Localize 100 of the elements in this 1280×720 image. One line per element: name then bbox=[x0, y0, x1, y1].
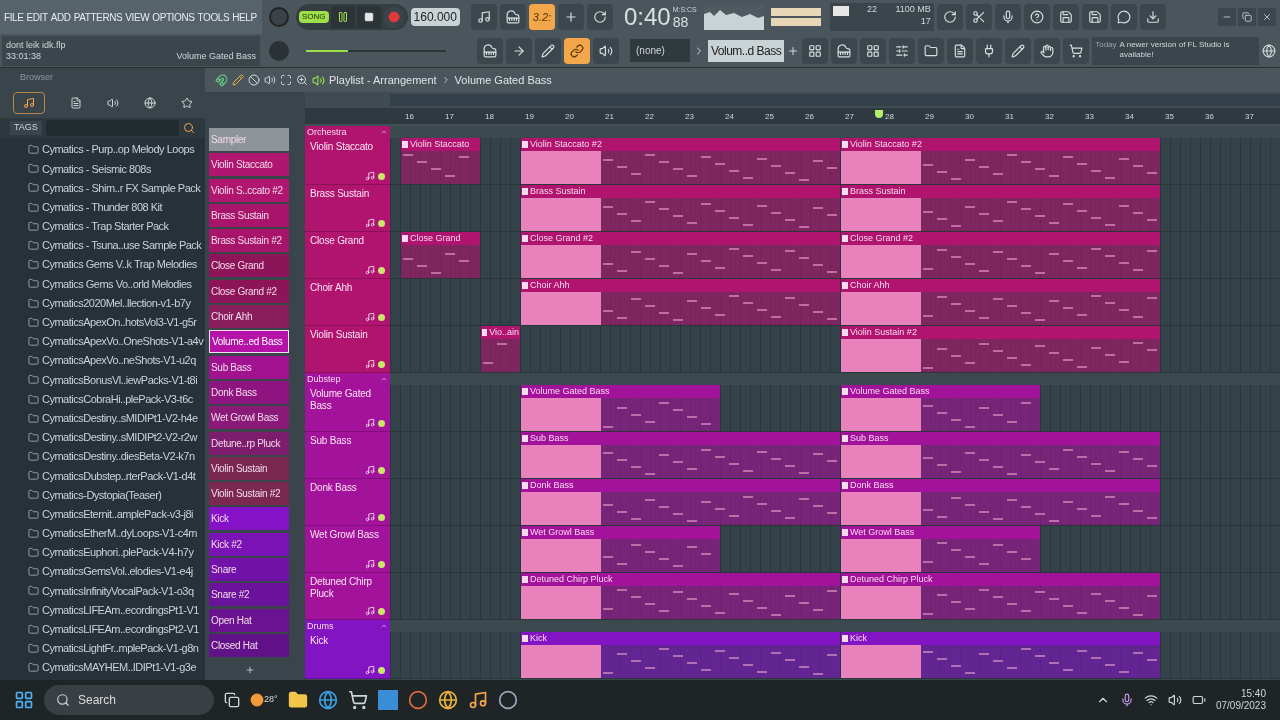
browser-folder[interactable]: CymaticsDubstep..rterPack-V1-d4t bbox=[28, 466, 205, 486]
channel-button[interactable]: Kick #2 bbox=[209, 532, 289, 556]
download-icon[interactable] bbox=[1139, 4, 1166, 30]
arrow-right-icon[interactable] bbox=[506, 37, 532, 64]
microphone-icon[interactable] bbox=[1119, 693, 1134, 707]
browser-icon[interactable] bbox=[918, 37, 945, 64]
channel-button[interactable]: Closed Hat bbox=[209, 633, 289, 657]
pattern-clip[interactable]: Wet Growl Bass bbox=[521, 526, 720, 572]
browser-icon[interactable] bbox=[317, 690, 338, 710]
menu-item[interactable]: PATTERNS bbox=[73, 9, 123, 25]
channel-button[interactable]: Detune..rp Pluck bbox=[209, 431, 289, 455]
pattern-clip[interactable]: Detuned Chirp Pluck bbox=[841, 573, 1160, 619]
channel-button[interactable]: Sub Bass bbox=[209, 355, 289, 379]
pattern-clip[interactable]: Volume Gated Bass bbox=[841, 385, 1040, 431]
browser-folder[interactable]: Cymatics - Trap Starter Pack bbox=[28, 216, 205, 236]
all-files-tab[interactable] bbox=[12, 92, 45, 114]
browser-folder[interactable]: CymaticsInfinityVocalPack-V1-o3q bbox=[28, 581, 205, 601]
pattern-clip[interactable]: Kick bbox=[521, 632, 840, 678]
pattern-clip[interactable]: Kick bbox=[841, 632, 1160, 678]
wifi-icon[interactable] bbox=[1143, 693, 1158, 707]
pattern-clip[interactable]: Vio..ain bbox=[481, 326, 520, 372]
pattern-clip[interactable]: Close Grand #2 bbox=[521, 232, 840, 278]
channel-button[interactable]: Brass Sustain #2 bbox=[209, 229, 289, 253]
pattern-clip[interactable]: Wet Growl Bass bbox=[841, 526, 1040, 572]
pattern-clip[interactable]: Violin Staccato #2 bbox=[841, 138, 1160, 184]
channel-button[interactable]: Wet Growl Bass bbox=[209, 406, 289, 430]
pattern-clip[interactable]: Sub Bass bbox=[521, 432, 840, 478]
browser-folder[interactable]: CymaticsEuphori..plePack-V4-h7y bbox=[28, 542, 205, 563]
hand-icon[interactable] bbox=[1034, 37, 1061, 64]
browser-folder[interactable]: CymaticsBonusVl..iewPacks-V1-t8i bbox=[28, 370, 205, 390]
master-pitch-slider[interactable] bbox=[306, 49, 446, 52]
browser-folder[interactable]: Cymatics - Seismic 808s bbox=[28, 159, 205, 179]
weather-icon[interactable] bbox=[250, 693, 264, 707]
track-header[interactable]: Sub Bass bbox=[305, 432, 390, 479]
browser-folder[interactable]: CymaticsDestiny..sMIDIPt2-V2-r2w bbox=[28, 427, 205, 447]
speaker-icon[interactable] bbox=[312, 73, 325, 87]
undo-icon[interactable] bbox=[936, 4, 963, 30]
pattern-clip[interactable]: Choir Ahh bbox=[521, 279, 840, 325]
store-icon[interactable] bbox=[347, 690, 368, 710]
microphone-icon[interactable] bbox=[994, 4, 1021, 30]
pattern-clip[interactable]: Close Grand #2 bbox=[841, 232, 1160, 278]
channel-button[interactable]: Kick bbox=[209, 507, 289, 531]
globe-icon[interactable] bbox=[143, 97, 156, 109]
browser-folder[interactable]: CymaticsLightFr..mplePack-V1-g8n bbox=[28, 638, 205, 659]
preset-selector[interactable]: (none) bbox=[630, 39, 690, 62]
track-header[interactable]: Donk Bass bbox=[305, 479, 390, 526]
menu-item[interactable]: VIEW bbox=[125, 9, 150, 25]
browser-folder[interactable]: CymaticsApexVo..neShots-V1-u2q bbox=[28, 351, 205, 371]
search-icon[interactable] bbox=[183, 122, 195, 134]
channel-button[interactable]: Open Hat bbox=[209, 608, 289, 632]
browser-folder[interactable]: CymaticsLIFEAm..ecordingsPt2-V1 bbox=[28, 619, 205, 639]
track-header[interactable]: Brass Sustain bbox=[305, 185, 390, 232]
channel-button[interactable]: Violin Sustain #2 bbox=[209, 482, 289, 506]
track-header[interactable]: Choir Ahh bbox=[305, 279, 390, 326]
select-icon[interactable] bbox=[280, 74, 292, 86]
pattern-selector[interactable]: Volum..d Bass bbox=[708, 39, 785, 62]
track-header[interactable]: Violin Sustain bbox=[305, 326, 390, 373]
browser-folder[interactable]: CymaticsApexVo..OneShots-V1-a4v bbox=[28, 331, 205, 352]
menu-item[interactable]: OPTIONS bbox=[152, 9, 195, 25]
task-view-icon[interactable] bbox=[224, 692, 240, 708]
clock[interactable]: 15:40 07/09/2023 bbox=[1215, 688, 1266, 712]
browser-folder[interactable]: Cymatics2020Mel..llection-v1-b7y bbox=[28, 293, 205, 313]
pattern-clip[interactable]: Volume Gated Bass bbox=[521, 385, 720, 431]
taskbar-search[interactable]: Search bbox=[44, 685, 214, 715]
app-icon[interactable] bbox=[407, 690, 428, 710]
pattern-clip[interactable]: Brass Sustain bbox=[841, 185, 1160, 231]
zoom-icon[interactable] bbox=[296, 74, 308, 86]
star-icon[interactable] bbox=[180, 97, 193, 109]
browser-folder[interactable]: CymaticsCobraHi..plePack-V3-t6c bbox=[28, 389, 205, 409]
pencil-icon[interactable] bbox=[232, 74, 244, 86]
close-button[interactable] bbox=[1258, 8, 1276, 26]
magnet-icon[interactable] bbox=[215, 73, 228, 87]
battery-icon[interactable] bbox=[1191, 693, 1206, 707]
folder-icon[interactable] bbox=[287, 690, 308, 710]
browser-folder[interactable]: Cymatics - Tsuna..use Sample Pack bbox=[28, 235, 205, 256]
song-mode-toggle[interactable]: SONG bbox=[299, 11, 329, 23]
plug-icon[interactable] bbox=[976, 37, 1003, 64]
track-header[interactable]: Wet Growl Bass bbox=[305, 526, 390, 573]
channel-button[interactable]: Violin Staccato bbox=[209, 153, 289, 177]
restore-button[interactable] bbox=[1238, 8, 1256, 26]
channel-button[interactable]: Snare #2 bbox=[209, 583, 289, 607]
pattern-clip[interactable]: Detuned Chirp Pluck bbox=[521, 573, 840, 619]
browser-folder[interactable]: Cymatics - Shim..r FX Sample Pack bbox=[28, 178, 205, 198]
menu-item[interactable]: FILE bbox=[4, 9, 24, 25]
file-icon[interactable] bbox=[69, 97, 82, 109]
app-icon[interactable] bbox=[377, 690, 398, 710]
countdown-toggle[interactable]: 3.2: bbox=[528, 4, 555, 30]
browser-folder[interactable]: CymaticsLIFEAm..ecordingsPt1-V1 bbox=[28, 600, 205, 620]
globe-icon[interactable] bbox=[1262, 43, 1276, 58]
pattern-clip[interactable]: Choir Ahh bbox=[841, 279, 1160, 325]
channel-button[interactable]: Brass Sustain bbox=[209, 203, 289, 227]
add-pattern-icon[interactable] bbox=[787, 44, 800, 57]
link-icon[interactable] bbox=[564, 37, 590, 64]
pattern-clip[interactable]: Violin Sustain #2 bbox=[841, 326, 1160, 372]
track-header[interactable]: Violin Staccato bbox=[305, 138, 390, 185]
playlist-icon[interactable] bbox=[802, 37, 829, 64]
browser-folder[interactable]: CymaticsGemsVol..elodies-V1-e4j bbox=[28, 562, 205, 582]
browser-folder[interactable]: CymaticsDestiny..sMIDIPt1-V2-h4e bbox=[28, 408, 205, 428]
track-group-header[interactable]: Drums bbox=[305, 620, 390, 632]
menu-item[interactable]: EDIT bbox=[26, 9, 48, 25]
